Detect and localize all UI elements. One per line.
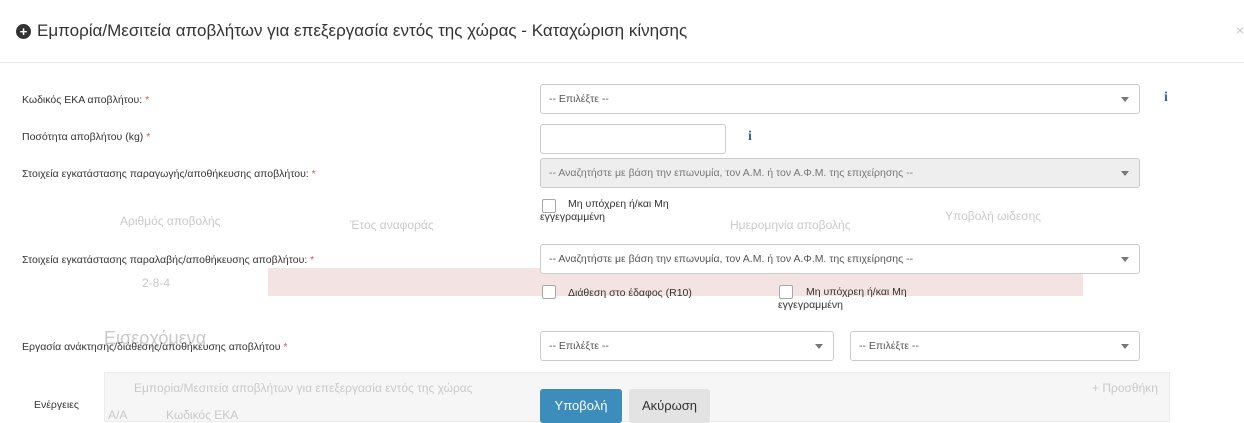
background-column-header: Έτος αναφοράς [350,218,434,232]
info-icon[interactable]: i [748,129,752,145]
operation-code-select[interactable]: -- Επιλέξτε -- [850,331,1140,361]
background-panel-column: Κωδικός ΕΚΑ [166,408,239,422]
chevron-down-icon [1121,97,1129,102]
chevron-down-icon [1121,171,1129,176]
background-panel-column: Α/Α [108,408,128,422]
production-not-obliged-label: Μη υπόχρεη ή/και Μη εγγεγραμμένη [540,198,669,223]
soil-disposal-r10-checkbox[interactable] [542,285,556,299]
background-column-header: Ημερομηνία αποβολής [730,218,851,232]
receiving-facility-label: Στοιχεία εγκατάστασης παραλαβής/αποθήκευ… [22,254,315,266]
receiving-facility-select[interactable]: -- Αναζητήστε με βάση την επωνυμία, τον … [540,244,1140,274]
background-panel-title: Εμπορία/Μεσιτεία αποβλήτων για επεξεργασ… [134,381,473,395]
required-mark: * [146,131,151,143]
required-mark: * [310,254,315,266]
modal-title-text: Εμπορία/Μεσιτεία αποβλήτων για επεξεργασ… [37,21,688,40]
close-icon[interactable]: × [1236,22,1244,38]
background-column-header: Υποβολή ωιδεσης [945,209,1042,223]
info-icon[interactable]: i [1164,90,1168,106]
chevron-down-icon [1121,344,1129,349]
required-mark: * [145,94,150,106]
eka-code-select[interactable]: -- Επιλέξτε -- [540,84,1140,114]
chevron-down-icon [1121,257,1129,262]
operation-type-select[interactable]: -- Επιλέξτε -- [540,331,834,361]
quantity-input[interactable] [540,124,726,154]
chevron-down-icon [815,344,823,349]
eka-code-label: Κωδικός ΕΚΑ αποβλήτου: * [22,94,150,106]
cancel-button[interactable]: Ακύρωση [629,389,710,423]
plus-circle-icon: + [16,23,31,39]
background-add-button: + Προσθήκη [1092,381,1158,395]
required-mark: * [311,168,316,180]
actions-label: Ενέργειες [34,399,79,411]
required-mark: * [283,341,288,353]
production-facility-select[interactable]: -- Αναζητήστε με βάση την επωνυμία, τον … [540,158,1140,188]
modal-header: + Εμπορία/Μεσιτεία αποβλήτων για επεξεργ… [0,0,1244,63]
submit-button[interactable]: Υποβολή [540,389,622,423]
production-facility-label: Στοιχεία εγκατάστασης παραγωγής/αποθήκευ… [22,168,316,180]
soil-disposal-r10-label: Διάθεση στο έδαφος (R10) [568,287,692,299]
receiving-not-obliged-label: Μη υπόχρεη ή/και Μη εγγεγραμμένη [778,286,907,311]
background-column-header: Αριθμός αποβολής [120,214,221,228]
operation-label: Εργασία ανάκτησης/διάθεσης/αποθήκευσης α… [22,341,288,353]
quantity-label: Ποσότητα αποβλήτου (kg) * [22,131,151,143]
background-cell: 2-8-4 [142,276,171,290]
modal-title: + Εμπορία/Μεσιτεία αποβλήτων για επεξεργ… [16,21,687,41]
